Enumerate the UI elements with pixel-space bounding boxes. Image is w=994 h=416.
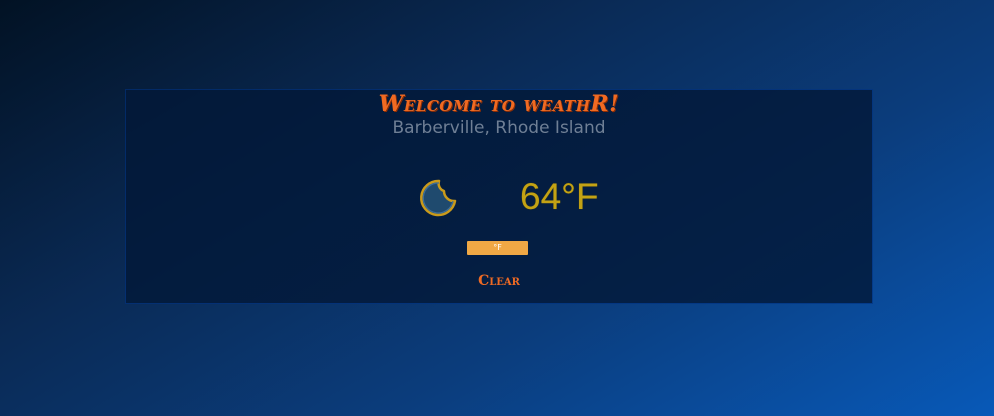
clear-button[interactable]: Clear xyxy=(478,273,520,289)
clear-button-wrapper: Clear xyxy=(126,273,872,289)
moon-icon xyxy=(416,178,458,218)
app-title: Welcome to weathR! xyxy=(378,91,620,117)
temperature-readout: 64°F xyxy=(520,176,599,217)
location-label: Barberville, Rhode Island xyxy=(392,118,606,138)
unit-toggle-button[interactable]: °F xyxy=(467,241,528,255)
weather-panel: Welcome to weathR! Barberville, Rhode Is… xyxy=(126,90,872,303)
